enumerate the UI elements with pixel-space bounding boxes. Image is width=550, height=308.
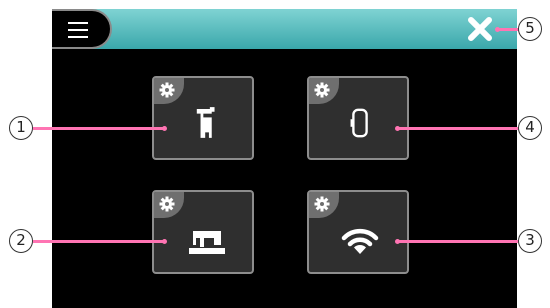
tile-corner [154,78,184,104]
wifi-icon [341,228,379,254]
callout-dot-4 [395,126,400,131]
callout-line-4 [397,127,519,130]
callout-line-1 [33,127,164,130]
top-bar [52,9,517,49]
callout-3: 3 [518,229,542,253]
tile-corner [309,78,339,104]
close-icon [468,17,492,41]
callout-1: 1 [9,116,33,140]
callout-line-5 [497,28,519,31]
close-button[interactable] [466,15,494,43]
callout-4: 4 [518,116,542,140]
sewing-machine-settings-tile[interactable] [152,190,254,274]
callout-dot-2 [162,239,167,244]
callout-5: 5 [518,17,542,41]
presser-foot-settings-tile[interactable] [152,76,254,160]
gear-icon [159,196,175,212]
device-screen [52,9,517,308]
callout-dot-5 [495,27,500,32]
callout-line-2 [33,240,164,243]
presser-foot-icon [196,107,215,138]
gear-icon [159,82,175,98]
wifi-settings-tile[interactable] [307,190,409,274]
callout-2: 2 [9,229,33,253]
gear-icon [314,196,330,212]
embroidery-frame-icon [350,108,368,138]
tile-corner [154,192,184,218]
sewing-machine-icon [189,231,225,254]
callout-line-3 [397,240,519,243]
hamburger-menu-icon [68,22,88,38]
embroidery-frame-settings-tile[interactable] [307,76,409,160]
tile-corner [309,192,339,218]
menu-button[interactable] [52,9,112,49]
gear-icon [314,82,330,98]
callout-dot-1 [162,126,167,131]
callout-dot-3 [395,239,400,244]
